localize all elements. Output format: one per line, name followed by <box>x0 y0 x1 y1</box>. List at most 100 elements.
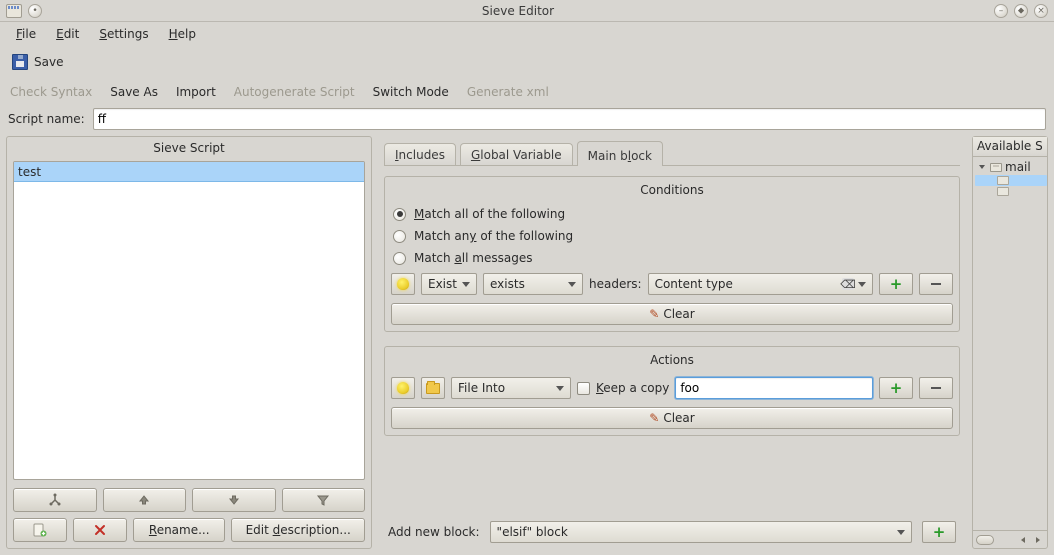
tree-item[interactable] <box>975 175 1047 186</box>
add-action-button[interactable]: + <box>879 377 913 399</box>
clear-field-icon[interactable]: ⌫ <box>842 278 854 290</box>
plus-icon: + <box>933 523 946 541</box>
titlebar: • Sieve Editor – ⬥ × <box>0 0 1054 22</box>
remove-condition-button[interactable] <box>919 273 953 295</box>
menu-help[interactable]: Help <box>161 24 204 44</box>
tree-root-label: mail <box>1005 160 1031 174</box>
move-up-button[interactable] <box>103 488 187 512</box>
list-item[interactable]: test <box>14 162 364 182</box>
close-icon[interactable]: × <box>1034 4 1048 18</box>
remove-action-button[interactable] <box>919 377 953 399</box>
window-menu-icon[interactable]: • <box>28 4 42 18</box>
scroll-right-icon[interactable] <box>1032 534 1044 546</box>
move-down-button[interactable] <box>192 488 276 512</box>
window: • Sieve Editor – ⬥ × File Edit Settings … <box>0 0 1054 555</box>
new-doc-icon <box>32 523 48 537</box>
horizontal-scrollbar[interactable] <box>973 530 1047 548</box>
save-as-action[interactable]: Save As <box>110 85 158 99</box>
filter-button[interactable] <box>282 488 366 512</box>
plus-icon: + <box>890 275 903 293</box>
radio-icon <box>393 230 406 243</box>
menu-settings[interactable]: Settings <box>91 24 156 44</box>
add-block-button[interactable]: + <box>922 521 956 543</box>
tree-item[interactable] <box>975 186 1047 197</box>
window-title: Sieve Editor <box>42 4 994 18</box>
floppy-icon <box>12 54 28 70</box>
minus-icon <box>931 387 941 389</box>
radio-icon <box>393 208 406 221</box>
tree-root[interactable]: mail <box>975 159 1047 175</box>
lightbulb-icon <box>397 382 409 394</box>
add-condition-button[interactable]: + <box>879 273 913 295</box>
conditions-section: Conditions Match all of the following Ma… <box>384 176 960 332</box>
scripts-tree[interactable]: mail <box>973 157 1047 530</box>
scrollbar-thumb[interactable] <box>976 535 994 545</box>
keep-copy-checkbox[interactable] <box>577 382 590 395</box>
scriptname-input[interactable] <box>93 108 1046 130</box>
hint-button[interactable] <box>391 377 415 399</box>
branch-button[interactable] <box>13 488 97 512</box>
folder-icon <box>426 383 440 394</box>
scriptname-row: Script name: <box>0 106 1054 136</box>
arrow-down-icon <box>227 493 241 507</box>
script-list[interactable]: test <box>13 161 365 480</box>
app-icon <box>6 4 22 18</box>
editor-panel: Includes Global Variable Main block Cond… <box>376 136 968 549</box>
clear-conditions-button[interactable]: ✎Clear <box>391 303 953 325</box>
delete-script-button[interactable] <box>73 518 127 542</box>
save-button[interactable]: Save <box>8 51 67 73</box>
clear-actions-button[interactable]: ✎Clear <box>391 407 953 429</box>
headers-label: headers: <box>589 277 642 291</box>
autogenerate-action: Autogenerate Script <box>234 85 355 99</box>
rename-button[interactable]: Rename... <box>133 518 225 542</box>
keep-copy-label: Keep a copy <box>596 381 669 395</box>
minimize-icon[interactable]: – <box>994 4 1008 18</box>
broom-icon: ✎ <box>649 411 659 425</box>
folder-icon <box>997 176 1009 185</box>
scroll-left-icon[interactable] <box>1017 534 1029 546</box>
action-row: File Into Keep a copy + <box>391 373 953 403</box>
delete-x-icon <box>94 524 106 536</box>
main-area: Sieve Script test <box>0 136 1054 555</box>
main-toolbar: Save <box>0 46 1054 78</box>
import-action[interactable]: Import <box>176 85 216 99</box>
save-label: Save <box>34 55 63 69</box>
available-scripts-panel: Available S mail <box>972 136 1048 549</box>
condition-op-select[interactable]: exists <box>483 273 583 295</box>
secondary-toolbar: Check Syntax Save As Import Autogenerate… <box>0 78 1054 106</box>
generate-xml-action: Generate xml <box>467 85 549 99</box>
check-syntax-action: Check Syntax <box>10 85 92 99</box>
plus-icon: + <box>890 379 903 397</box>
inbox-icon <box>990 163 1002 172</box>
script-list-buttons: Rename... Edit description... <box>7 484 371 548</box>
tab-global-variable[interactable]: Global Variable <box>460 143 573 165</box>
hint-button[interactable] <box>391 273 415 295</box>
action-type-select[interactable]: File Into <box>451 377 571 399</box>
radio-match-all[interactable]: Match all of the following <box>391 203 953 225</box>
chevron-down-icon[interactable] <box>977 162 987 172</box>
edit-description-button[interactable]: Edit description... <box>231 518 365 542</box>
branch-icon <box>48 493 62 507</box>
radio-match-all-messages[interactable]: Match all messages <box>391 247 953 269</box>
radio-match-any[interactable]: Match any of the following <box>391 225 953 247</box>
tab-includes[interactable]: Includes <box>384 143 456 165</box>
available-scripts-title: Available S <box>973 137 1047 157</box>
choose-folder-button[interactable] <box>421 377 445 399</box>
tab-main-block[interactable]: Main block <box>577 141 663 166</box>
actions-title: Actions <box>391 351 953 373</box>
new-script-button[interactable] <box>13 518 67 542</box>
add-block-select[interactable]: "elsif" block <box>490 521 912 543</box>
condition-type-select[interactable]: Exist <box>421 273 477 295</box>
menu-edit[interactable]: Edit <box>48 24 87 44</box>
switch-mode-action[interactable]: Switch Mode <box>373 85 449 99</box>
maximize-icon[interactable]: ⬥ <box>1014 4 1028 18</box>
header-field-select[interactable]: Content type ⌫ <box>648 273 873 295</box>
minus-icon <box>931 283 941 285</box>
scriptname-label: Script name: <box>8 112 85 126</box>
tabbar: Includes Global Variable Main block <box>384 140 960 166</box>
destination-input[interactable] <box>675 377 873 399</box>
menu-file[interactable]: File <box>8 24 44 44</box>
funnel-icon <box>316 493 330 507</box>
folder-icon <box>997 187 1009 196</box>
add-block-row: Add new block: "elsif" block + <box>380 515 964 545</box>
